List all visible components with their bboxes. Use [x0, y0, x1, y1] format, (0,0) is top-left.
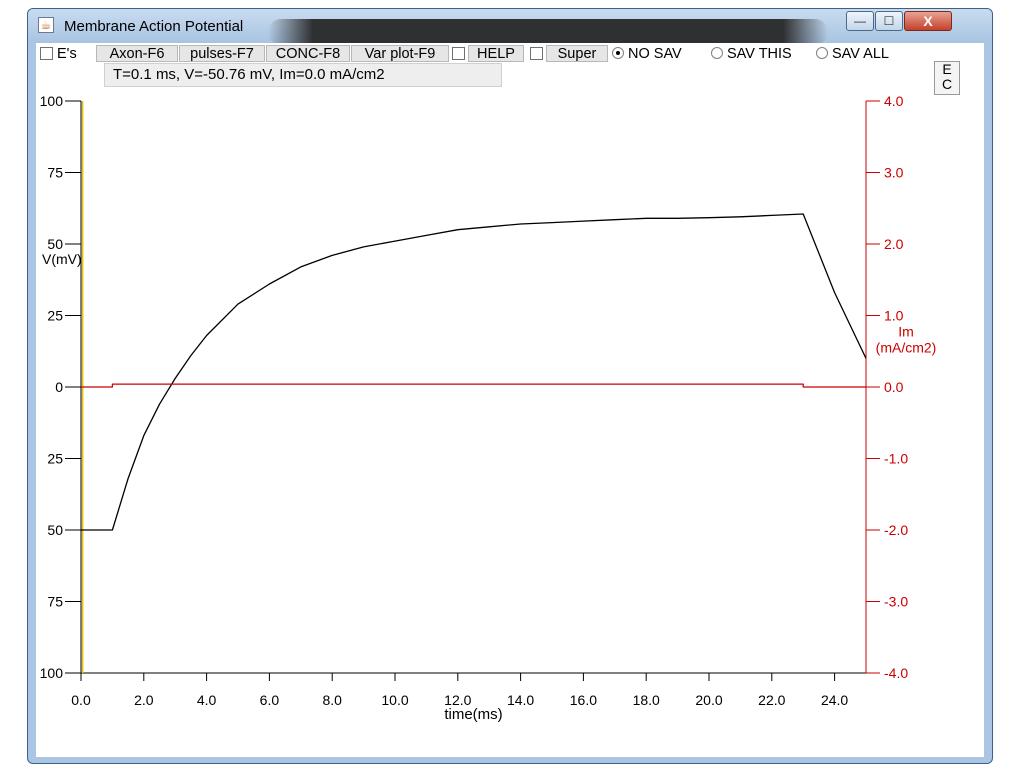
membrane-potential-plot[interactable]: 0.0 2.0 4.0 6.0 8.0 10.0 12.0 14.0 16.0 18.0 20.0 2…	[36, 43, 984, 757]
maximize-button[interactable]: ☐	[875, 11, 903, 31]
y-right-tick-label: 2.0	[884, 236, 904, 252]
title-bar[interactable]: ☕ Membrane Action Potential — ☐ X	[28, 9, 992, 45]
x-tick-label: 8.0	[322, 692, 342, 708]
y-left-tick-label: 75	[47, 594, 63, 610]
title-glow-decoration	[268, 19, 828, 45]
background-page-strip	[994, 0, 1024, 768]
y-right-tick-label: 3.0	[884, 165, 904, 181]
y-right-tick-label: -4.0	[884, 665, 908, 681]
x-tick-label: 16.0	[570, 692, 597, 708]
x-tick-label: 14.0	[507, 692, 534, 708]
client-area: E's Axon-F6 pulses-F7 CONC-F8 Var plot-F…	[36, 43, 984, 757]
y-left-tick-label: 50	[47, 522, 63, 538]
y-right-axis-label-line1: Im	[898, 324, 914, 340]
y-left-axis-label: V(mV)	[42, 251, 82, 267]
close-button[interactable]: X	[904, 11, 952, 31]
minimize-button[interactable]: —	[846, 11, 874, 31]
y-left-tick-label: 25	[47, 308, 63, 324]
y-right-tick-label: 1.0	[884, 308, 904, 324]
y-right-tick-label: -3.0	[884, 594, 908, 610]
window-title: Membrane Action Potential	[64, 18, 244, 35]
x-tick-label: 4.0	[197, 692, 217, 708]
voltage-trace-line	[81, 213, 867, 531]
x-axis-label: time(ms)	[444, 706, 502, 723]
y-right-tick-label: -1.0	[884, 451, 908, 467]
y-left-tick-label: 100	[40, 93, 64, 109]
x-tick-label: 20.0	[695, 692, 722, 708]
x-tick-label: 6.0	[260, 692, 280, 708]
x-tick-label: 10.0	[381, 692, 408, 708]
current-trace-line	[81, 383, 866, 388]
x-tick-label: 24.0	[821, 692, 848, 708]
x-tick-label: 0.0	[71, 692, 91, 708]
y-right-tick-label: 4.0	[884, 93, 904, 109]
y-right-axis-label-line2: (mA/cm2)	[876, 340, 937, 356]
y-right-tick-label: 0.0	[884, 379, 904, 395]
y-left-tick-label: 0	[55, 379, 63, 395]
java-app-icon: ☕	[38, 17, 54, 33]
x-tick-label: 18.0	[633, 692, 660, 708]
y-left-tick-label: 100	[40, 665, 64, 681]
app-window: ☕ Membrane Action Potential — ☐ X E's Ax…	[27, 8, 993, 764]
y-left-tick-label: 75	[47, 165, 63, 181]
y-left-tick-label: 25	[47, 451, 63, 467]
x-tick-label: 22.0	[758, 692, 785, 708]
y-left-tick-label: 50	[47, 236, 63, 252]
y-right-tick-label: -2.0	[884, 522, 908, 538]
x-tick-label: 2.0	[134, 692, 154, 708]
